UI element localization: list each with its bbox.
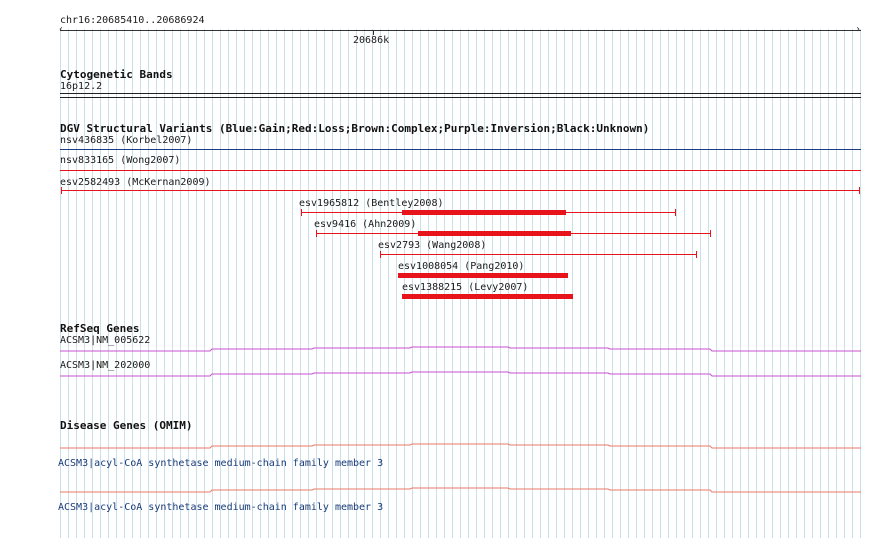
disease-gene-feature[interactable] bbox=[0, 0, 890, 538]
disease-gene-label[interactable]: ACSM3|acyl-CoA synthetase medium-chain f… bbox=[58, 502, 383, 514]
genome-browser-view: chr16:20685410..20686924 ‹ › 20686k Cyto… bbox=[0, 0, 890, 538]
